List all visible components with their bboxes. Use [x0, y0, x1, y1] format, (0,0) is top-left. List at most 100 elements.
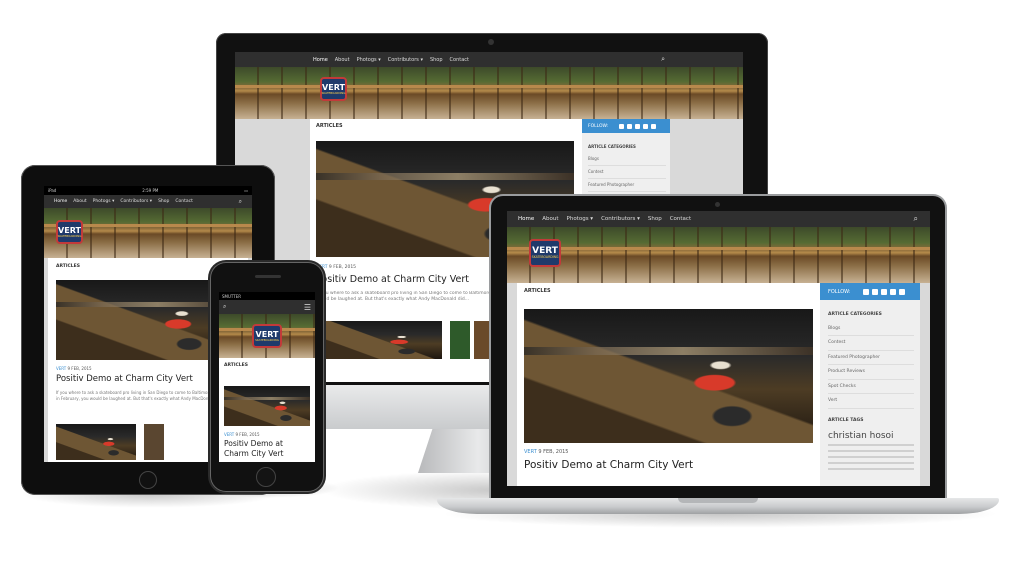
- site-logo[interactable]: VERT SKATEBOARDING: [529, 239, 561, 267]
- category-item[interactable]: Featured Photographer: [588, 179, 666, 192]
- article-date: 9 FEB, 2015: [328, 265, 357, 270]
- article-category[interactable]: VERT: [224, 432, 234, 437]
- nav-shop[interactable]: Shop: [648, 216, 662, 222]
- article-title[interactable]: Positiv Demo at Charm City Vert: [316, 274, 469, 285]
- category-item[interactable]: Contest: [828, 336, 914, 351]
- laptop-notch: [678, 498, 758, 503]
- facebook-icon[interactable]: [863, 288, 870, 295]
- thumb-photo-2[interactable]: [144, 424, 164, 460]
- nav-home[interactable]: Home: [313, 57, 328, 63]
- follow-bar: FOLLOW:: [820, 283, 920, 300]
- instagram-icon[interactable]: [643, 123, 649, 129]
- search-icon[interactable]: ⌕: [661, 55, 665, 64]
- nav-contact[interactable]: Contact: [175, 199, 193, 204]
- category-item[interactable]: Blogs: [828, 322, 914, 336]
- vimeo-icon[interactable]: [635, 123, 641, 129]
- battery-icon: ▭: [244, 188, 248, 193]
- twitter-icon[interactable]: [872, 288, 879, 295]
- article-title[interactable]: Positiv Demo at Charm City Vert: [56, 374, 193, 384]
- follow-label: FOLLOW:: [828, 288, 851, 295]
- categories-heading: ARTICLE CATEGORIES: [588, 144, 636, 149]
- iphone-home-button[interactable]: [256, 467, 276, 487]
- category-item[interactable]: Product Reviews: [828, 365, 914, 380]
- article-date: 9 FEB, 2015: [67, 366, 92, 371]
- article-category[interactable]: VERT: [56, 366, 66, 371]
- featured-photo[interactable]: [524, 309, 813, 443]
- category-item[interactable]: Featured Photographer: [828, 351, 914, 365]
- twitter-icon[interactable]: [627, 123, 633, 129]
- nav-about[interactable]: About: [335, 57, 350, 63]
- follow-bar: FOLLOW:: [582, 119, 670, 133]
- nav-home[interactable]: Home: [518, 216, 534, 222]
- iphone-status-bar: SMUTTER: [219, 292, 315, 300]
- nav-about[interactable]: About: [73, 199, 86, 204]
- search-icon[interactable]: ⌕: [223, 303, 226, 311]
- tags-block: ARTICLE TAGS christian hosoi: [828, 418, 914, 474]
- nav-photogs[interactable]: Photogs ▾: [93, 199, 115, 204]
- article-category[interactable]: VERT: [524, 449, 537, 455]
- imac-nav-bar: Home About Photogs ▾ Contributors ▾ Shop…: [235, 52, 743, 67]
- ipad-status-bar: iPad 2:59 PM ▭: [44, 186, 252, 195]
- tags-heading: ARTICLE TAGS: [828, 418, 864, 423]
- nav-photogs[interactable]: Photogs ▾: [357, 57, 381, 63]
- imac-banner: VERT SKATEBOARDING: [235, 67, 743, 119]
- nav-contributors[interactable]: Contributors ▾: [120, 199, 152, 204]
- category-item[interactable]: Spot Checks: [828, 380, 914, 394]
- banner-rail: [235, 85, 743, 88]
- nav-contact[interactable]: Contact: [670, 216, 691, 222]
- thumb-photo-1[interactable]: [316, 321, 442, 359]
- nav-photogs[interactable]: Photogs ▾: [567, 216, 594, 222]
- hamburger-menu-icon[interactable]: ☰: [304, 303, 311, 312]
- nav-home[interactable]: Home: [54, 199, 67, 204]
- thumb-photo-1[interactable]: [56, 424, 136, 460]
- nav-about[interactable]: About: [542, 216, 558, 222]
- status-time: 2:59 PM: [142, 188, 159, 193]
- nav-contact[interactable]: Contact: [450, 57, 469, 63]
- iphone-screen: SMUTTER ⌕ ☰ VERT SKATEBOARDING ARTICLES V…: [219, 292, 315, 462]
- facebook-icon[interactable]: [619, 123, 625, 129]
- iphone-nav-bar: ⌕ ☰: [219, 300, 315, 314]
- instagram-icon[interactable]: [890, 288, 897, 295]
- category-item[interactable]: Vert: [828, 394, 914, 409]
- article-title[interactable]: Positiv Demo at Charm City Vert: [224, 439, 310, 459]
- laptop-sidebar: ARTICLE CATEGORIES Blogs Contest Feature…: [820, 300, 920, 486]
- category-item[interactable]: Blogs: [588, 153, 666, 166]
- ipad-banner: VERT SKATEBOARDING: [44, 208, 252, 258]
- laptop-screen: Home About Photogs ▾ Contributors ▾ Shop…: [507, 211, 930, 486]
- tag-cloud: [828, 444, 914, 474]
- laptop-camera: [715, 202, 720, 207]
- site-logo[interactable]: VERT SKATEBOARDING: [252, 324, 282, 348]
- thumb-photo-2[interactable]: [450, 321, 470, 359]
- article-meta: VERT 9 FEB, 2015: [224, 432, 260, 437]
- featured-photo[interactable]: [224, 386, 310, 426]
- follow-label: FOLLOW:: [588, 123, 609, 129]
- article-meta: VERT 9 FEB, 2015: [56, 366, 92, 371]
- categories-heading: ARTICLE CATEGORIES: [828, 312, 882, 317]
- section-title: ARTICLES: [56, 264, 80, 269]
- article-meta: VERT 9 FEB, 2015: [524, 449, 568, 455]
- imac-camera: [488, 39, 494, 45]
- category-item[interactable]: Contest: [588, 166, 666, 179]
- article-meta: VERT 9 FEB, 2015: [316, 265, 356, 270]
- search-icon[interactable]: ⌕: [914, 214, 918, 224]
- article-title[interactable]: Positiv Demo at Charm City Vert: [524, 459, 693, 471]
- vimeo-icon[interactable]: [881, 288, 888, 295]
- email-icon[interactable]: [651, 123, 657, 129]
- article-date: 9 FEB, 2015: [235, 432, 260, 437]
- ipad-home-button[interactable]: [139, 471, 157, 489]
- laptop-content: ARTICLES VERT 9 FEB, 2015 Positiv Demo a…: [517, 283, 820, 486]
- search-icon[interactable]: ⌕: [239, 198, 242, 206]
- section-title: ARTICLES: [524, 288, 551, 294]
- nav-shop[interactable]: Shop: [158, 199, 169, 204]
- site-logo[interactable]: VERT SKATEBOARDING: [56, 220, 83, 244]
- email-icon[interactable]: [899, 288, 906, 295]
- status-carrier: SMUTTER: [222, 293, 242, 299]
- responsive-devices-showcase: Home About Photogs ▾ Contributors ▾ Shop…: [0, 0, 1020, 585]
- nav-shop[interactable]: Shop: [430, 57, 443, 63]
- nav-contributors[interactable]: Contributors ▾: [601, 216, 640, 222]
- nav-contributors[interactable]: Contributors ▾: [388, 57, 423, 63]
- laptop-nav-bar: Home About Photogs ▾ Contributors ▾ Shop…: [507, 211, 930, 227]
- site-logo[interactable]: VERT SKATEBOARDING: [320, 77, 347, 101]
- tag-featured[interactable]: christian hosoi: [828, 431, 914, 441]
- categories-list: ARTICLE CATEGORIES Blogs Contest Feature…: [828, 308, 914, 409]
